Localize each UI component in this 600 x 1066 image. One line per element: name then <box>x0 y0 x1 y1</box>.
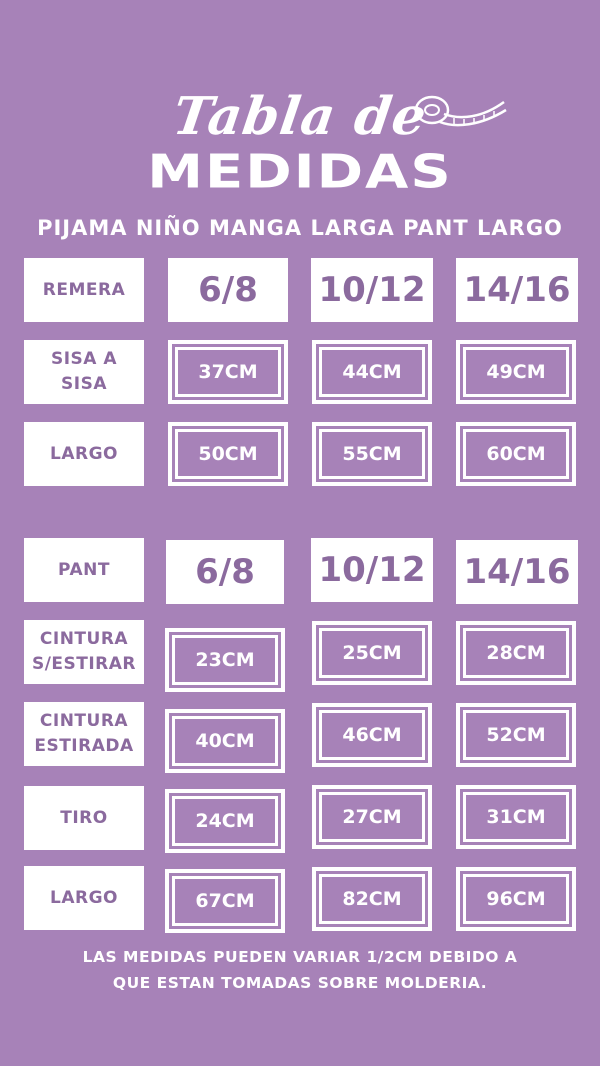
value-cell: 49CM <box>456 340 576 404</box>
measuring-tape-icon <box>414 95 507 127</box>
value-cell: 37CM <box>168 340 288 404</box>
pant-label: PANT <box>24 538 144 602</box>
value-cell: 52CM <box>456 703 576 767</box>
subtitle: PIJAMA NIÑO MANGA LARGA PANT LARGO <box>37 216 563 240</box>
row-label-line2: ESTIRADA <box>34 736 134 756</box>
value-cell: 23CM <box>165 628 285 692</box>
value-cell: 50CM <box>168 422 288 486</box>
value-cell: 28CM <box>456 621 576 685</box>
value-cell: 67CM <box>165 869 285 933</box>
remera-size-10-12: 10/12 <box>311 258 433 322</box>
title-script: Tabla de <box>169 86 431 147</box>
row-label-line2: SISA <box>61 374 107 394</box>
row-label-line1: CINTURA <box>39 711 129 732</box>
row-label-cintura-s-estirar: CINTURA S/ESTIRAR <box>24 620 144 684</box>
page-title: MEDIDAS <box>147 145 453 200</box>
value-cell: 27CM <box>312 785 432 849</box>
value-cell: 24CM <box>165 789 285 853</box>
value-cell: 82CM <box>312 867 432 931</box>
value-cell: 31CM <box>456 785 576 849</box>
value-cell: 44CM <box>312 340 432 404</box>
remera-label: REMERA <box>24 258 144 322</box>
pant-size-14-16: 14/16 <box>456 540 578 604</box>
row-label-cintura-estirada: CINTURA ESTIRADA <box>24 702 144 766</box>
value-cell: 55CM <box>312 422 432 486</box>
remera-size-6-8: 6/8 <box>168 258 288 322</box>
pant-size-6-8: 6/8 <box>166 540 284 604</box>
row-label-sisa: SISA A SISA <box>24 340 144 404</box>
value-cell: 46CM <box>312 703 432 767</box>
row-label-largo-pant: LARGO <box>24 866 144 930</box>
row-label-tiro: TIRO <box>24 786 144 850</box>
row-label-line1: SISA A <box>50 349 118 370</box>
value-cell: 40CM <box>165 709 285 773</box>
pant-size-10-12: 10/12 <box>311 538 433 602</box>
value-cell: 25CM <box>312 621 432 685</box>
row-label-line1: CINTURA <box>39 629 129 650</box>
value-cell: 60CM <box>456 422 576 486</box>
row-label-largo-remera: LARGO <box>24 422 144 486</box>
row-label-line2: S/ESTIRAR <box>31 654 137 674</box>
remera-size-14-16: 14/16 <box>456 258 578 322</box>
footer-line2: QUE ESTAN TOMADAS SOBRE MOLDERIA. <box>112 974 488 993</box>
footer-line1: LAS MEDIDAS PUEDEN VARIAR 1/2CM DEBIDO A <box>82 948 518 966</box>
value-cell: 96CM <box>456 867 576 931</box>
footer-note: LAS MEDIDAS PUEDEN VARIAR 1/2CM DEBIDO A… <box>40 944 560 997</box>
